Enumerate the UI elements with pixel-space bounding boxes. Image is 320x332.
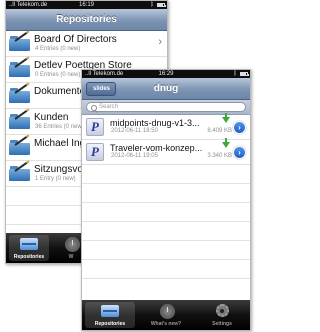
- repository-entries: 36 Entries (0 new): [35, 124, 84, 130]
- repository-name: Sitzungsvor: [34, 164, 87, 175]
- folder-icon: [9, 57, 30, 77]
- page-title: Repositories: [56, 14, 117, 25]
- folder-icon: [9, 161, 30, 181]
- folder-icon: [9, 109, 30, 129]
- search-placeholder: Search: [99, 104, 119, 110]
- navigation-bar: Repositories: [6, 9, 167, 31]
- status-bar: ..ll Telekom.de 16:19 ᛒ: [6, 1, 167, 9]
- page-title: dnug: [153, 83, 179, 94]
- repository-entries: 1 Entry (0 new): [35, 176, 76, 182]
- file-row[interactable]: P Traveler-vom-konzep... 2012-06-11 19:0…: [82, 138, 250, 165]
- folder-icon: [9, 31, 30, 51]
- tab-label: Repositories: [13, 254, 45, 260]
- repository-name: Board Of Directors: [34, 34, 117, 45]
- tab-bar: Repositories What's new? Settings: [82, 300, 250, 330]
- file-date: 2012-06-11 19:05: [111, 153, 158, 159]
- folder-icon: [9, 135, 30, 155]
- search-icon: [91, 105, 97, 111]
- download-arrow-icon: [222, 113, 230, 123]
- search-input[interactable]: Search: [86, 102, 246, 112]
- detail-disclosure-button[interactable]: ›: [233, 146, 246, 159]
- download-arrow-icon: [222, 138, 230, 148]
- repository-entries: 0 Entries (0 new): [35, 72, 81, 78]
- file-size: 3.340 KB: [207, 153, 232, 159]
- file-row[interactable]: P midpoints-dnug-v1-3... 2012-06-11 18:5…: [82, 113, 250, 140]
- bluetooth-icon: ᛒ: [150, 2, 154, 8]
- repository-row[interactable]: Board Of Directors 4 Entries (0 new) ›: [6, 31, 167, 57]
- empty-list-area: [82, 165, 250, 293]
- status-time: 16:29: [158, 71, 174, 77]
- pdf-document-icon: P: [86, 143, 104, 161]
- repository-name: Kunden: [34, 112, 69, 123]
- folder-icon: [9, 83, 30, 103]
- battery-icon: [240, 72, 249, 76]
- dial-icon: [64, 237, 80, 252]
- repository-name: Michael Ing: [34, 138, 86, 149]
- tab-whats-new[interactable]: What's new?: [141, 302, 191, 328]
- repository-name: Dokumente: [34, 86, 86, 97]
- tab-repositories[interactable]: Repositories: [85, 302, 135, 328]
- repository-entries: 4 Entries (0 new): [35, 46, 81, 52]
- file-name: midpoints-dnug-v1-3...: [110, 118, 200, 128]
- navigation-bar: slides dnug: [82, 78, 250, 100]
- tab-settings[interactable]: Settings: [197, 302, 247, 328]
- chevron-right-icon: ›: [158, 36, 162, 48]
- tab-label: Settings: [212, 321, 232, 327]
- status-time: 16:19: [78, 2, 94, 8]
- battery-icon: [157, 3, 166, 7]
- drawer-icon: [101, 305, 119, 317]
- bluetooth-icon: ᛒ: [233, 71, 237, 77]
- file-size: 8.409 KB: [207, 128, 232, 134]
- detail-disclosure-button[interactable]: ›: [233, 121, 246, 134]
- file-name: Traveler-vom-konzep...: [110, 143, 203, 153]
- tab-repositories[interactable]: Repositories: [9, 235, 49, 261]
- folder-screen: ..ll Telekom.de 16:29 ᛒ slides dnug Sear…: [81, 69, 251, 331]
- status-bar: ..ll Telekom.de 16:29 ᛒ: [82, 70, 250, 78]
- file-date: 2012-06-11 18:50: [111, 128, 158, 134]
- dial-icon: [159, 304, 175, 319]
- pdf-document-icon: P: [86, 118, 104, 136]
- tab-label: What's new?: [150, 321, 182, 327]
- gear-icon: [215, 304, 229, 317]
- tab-label: Repositories: [94, 321, 126, 327]
- drawer-icon: [20, 238, 38, 250]
- file-list: P midpoints-dnug-v1-3... 2012-06-11 18:5…: [82, 113, 250, 295]
